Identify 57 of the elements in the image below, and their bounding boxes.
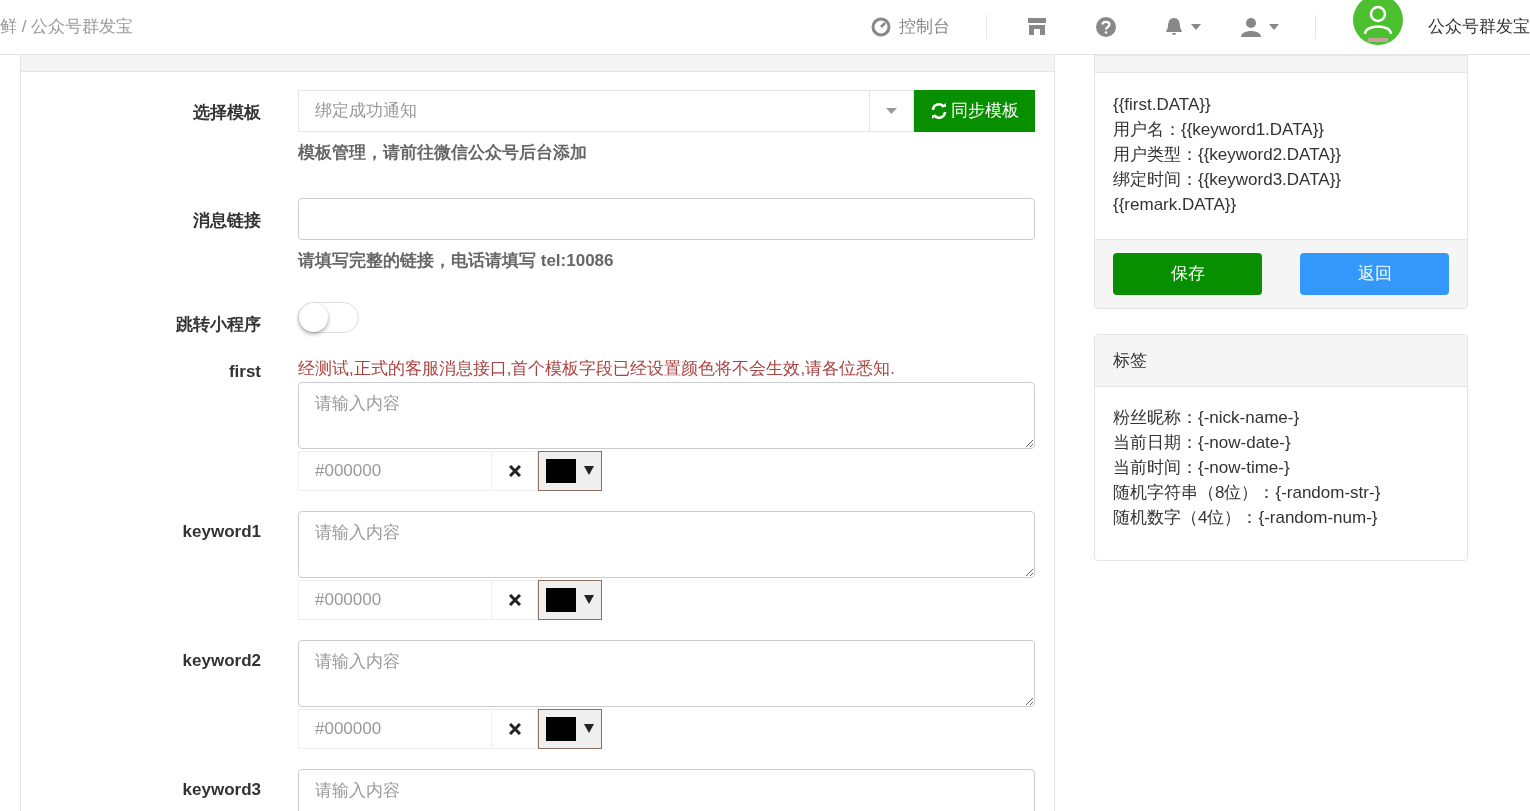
notifications-button[interactable]	[1165, 17, 1201, 37]
template-line: {{first.DATA}}	[1113, 94, 1212, 116]
tag-line: 随机数字（4位）：{-random-num-}	[1113, 507, 1379, 529]
tag-line: 粉丝昵称：{-nick-name-}	[1113, 407, 1301, 429]
caret-icon	[584, 466, 594, 475]
tag-line: 当前时间：{-now-time-}	[1113, 457, 1291, 479]
caret-icon	[1269, 24, 1279, 30]
field-label: keyword2	[181, 649, 261, 672]
field-label: 消息链接	[192, 209, 261, 232]
content-textarea[interactable]: 请输入内容	[298, 768, 1035, 811]
card-title: 标签	[1113, 349, 1147, 372]
caret-icon	[584, 595, 594, 604]
template-line: {{remark.DATA}}	[1113, 194, 1238, 216]
close-icon	[508, 722, 521, 735]
color-input[interactable]: #000000	[298, 579, 492, 620]
toggle-switch[interactable]	[298, 302, 359, 333]
template-line: 绑定时间：{{keyword3.DATA}}	[1113, 169, 1342, 191]
content-textarea[interactable]: 请输入内容	[298, 510, 1035, 578]
help-text: 模板管理，请前往微信公众号后台添加	[298, 142, 588, 164]
color-input[interactable]: #000000	[298, 708, 492, 749]
link-input[interactable]	[298, 197, 1035, 240]
back-button[interactable]: 返回	[1300, 253, 1449, 295]
help-icon[interactable]	[1095, 16, 1117, 38]
caret-icon	[1191, 24, 1201, 30]
template-line: 用户名：{{keyword1.DATA}}	[1113, 119, 1325, 141]
save-button[interactable]: 保存	[1113, 253, 1262, 295]
console-link[interactable]: 控制台	[871, 14, 950, 40]
field-label: keyword1	[181, 520, 261, 543]
color-picker[interactable]	[538, 579, 602, 620]
color-picker[interactable]	[538, 708, 602, 749]
content-textarea[interactable]: 请输入内容	[298, 639, 1035, 707]
caret-icon	[584, 724, 594, 733]
breadcrumb: 鲜 / 公众号群发宝	[0, 16, 134, 39]
app-name: 公众号群发宝	[1428, 16, 1530, 39]
color-input[interactable]: #000000	[298, 450, 492, 491]
field-label: 跳转小程序	[175, 314, 261, 336]
user-icon	[1241, 17, 1261, 37]
dashboard-icon	[871, 17, 891, 37]
tag-line: 当前日期：{-now-date-}	[1113, 432, 1292, 454]
field-label: first	[227, 360, 261, 383]
refresh-icon	[930, 103, 947, 119]
warning-text: 经测试,正式的客服消息接口,首个模板字段已经设置颜色将不会生效,请各位悉知.	[298, 357, 896, 380]
bell-icon	[1165, 17, 1183, 37]
store-icon[interactable]	[1027, 18, 1047, 36]
field-label: 选择模板	[192, 102, 261, 124]
close-icon	[508, 593, 521, 606]
user-menu-button[interactable]	[1241, 17, 1279, 37]
help-text: 请填写完整的链接，电话请填写 tel:10086	[298, 249, 615, 272]
sync-template-button[interactable]: 同步模板	[914, 90, 1035, 132]
template-select[interactable]: 绑定成功通知	[298, 90, 914, 132]
color-picker[interactable]	[538, 450, 602, 491]
close-icon	[508, 464, 521, 477]
field-label: keyword3	[181, 778, 261, 801]
tag-line: 随机字符串（8位）：{-random-str-}	[1113, 482, 1382, 504]
template-line: 用户类型：{{keyword2.DATA}}	[1113, 144, 1342, 166]
content-textarea[interactable]: 请输入内容	[298, 381, 1035, 449]
caret-icon	[886, 108, 897, 114]
